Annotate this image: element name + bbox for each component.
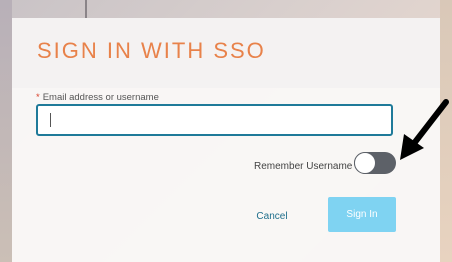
email-input[interactable] bbox=[36, 104, 393, 136]
card-header: SIGN IN WITH SSO bbox=[12, 18, 440, 88]
email-label-text: Email address or username bbox=[42, 92, 159, 103]
required-marker: * bbox=[36, 92, 40, 103]
toggle-knob bbox=[354, 152, 376, 174]
text-cursor bbox=[50, 113, 51, 127]
remember-username-label: Remember Username bbox=[254, 161, 353, 172]
page-title: SIGN IN WITH SSO bbox=[37, 38, 266, 63]
cancel-button[interactable]: Cancel bbox=[250, 207, 294, 225]
pointer-arrow-icon bbox=[400, 99, 449, 160]
email-label: * Email address or username bbox=[36, 92, 159, 103]
remember-username-toggle[interactable] bbox=[354, 152, 396, 174]
background-left bbox=[0, 0, 12, 262]
sign-in-button[interactable]: Sign In bbox=[328, 197, 396, 232]
background-line bbox=[85, 0, 87, 18]
